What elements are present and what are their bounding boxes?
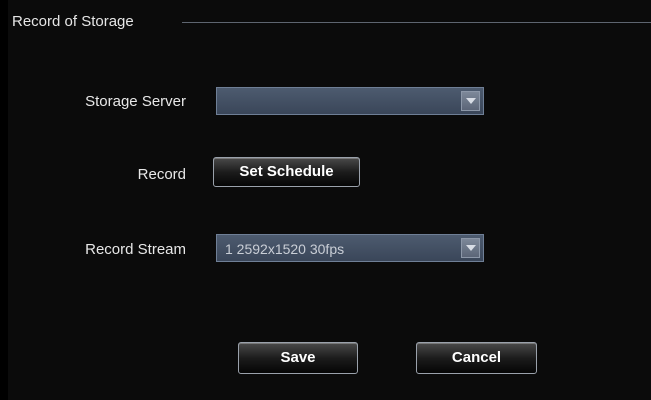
group-border-line bbox=[182, 22, 651, 23]
group-title: Record of Storage bbox=[12, 13, 134, 30]
storage-server-select[interactable] bbox=[216, 87, 484, 115]
record-of-storage-panel: Record of Storage Storage Server Record … bbox=[8, 0, 651, 400]
record-stream-label: Record Stream bbox=[85, 241, 186, 258]
record-label: Record bbox=[137, 166, 186, 183]
record-stream-value: 1 2592x1520 30fps bbox=[225, 241, 345, 257]
storage-server-label: Storage Server bbox=[85, 93, 186, 110]
save-button[interactable]: Save bbox=[238, 342, 358, 374]
cancel-button[interactable]: Cancel bbox=[416, 342, 537, 374]
chevron-down-icon[interactable] bbox=[461, 238, 480, 258]
chevron-down-icon[interactable] bbox=[461, 91, 480, 111]
set-schedule-button[interactable]: Set Schedule bbox=[213, 157, 360, 187]
record-stream-select[interactable]: 1 2592x1520 30fps bbox=[216, 234, 484, 262]
